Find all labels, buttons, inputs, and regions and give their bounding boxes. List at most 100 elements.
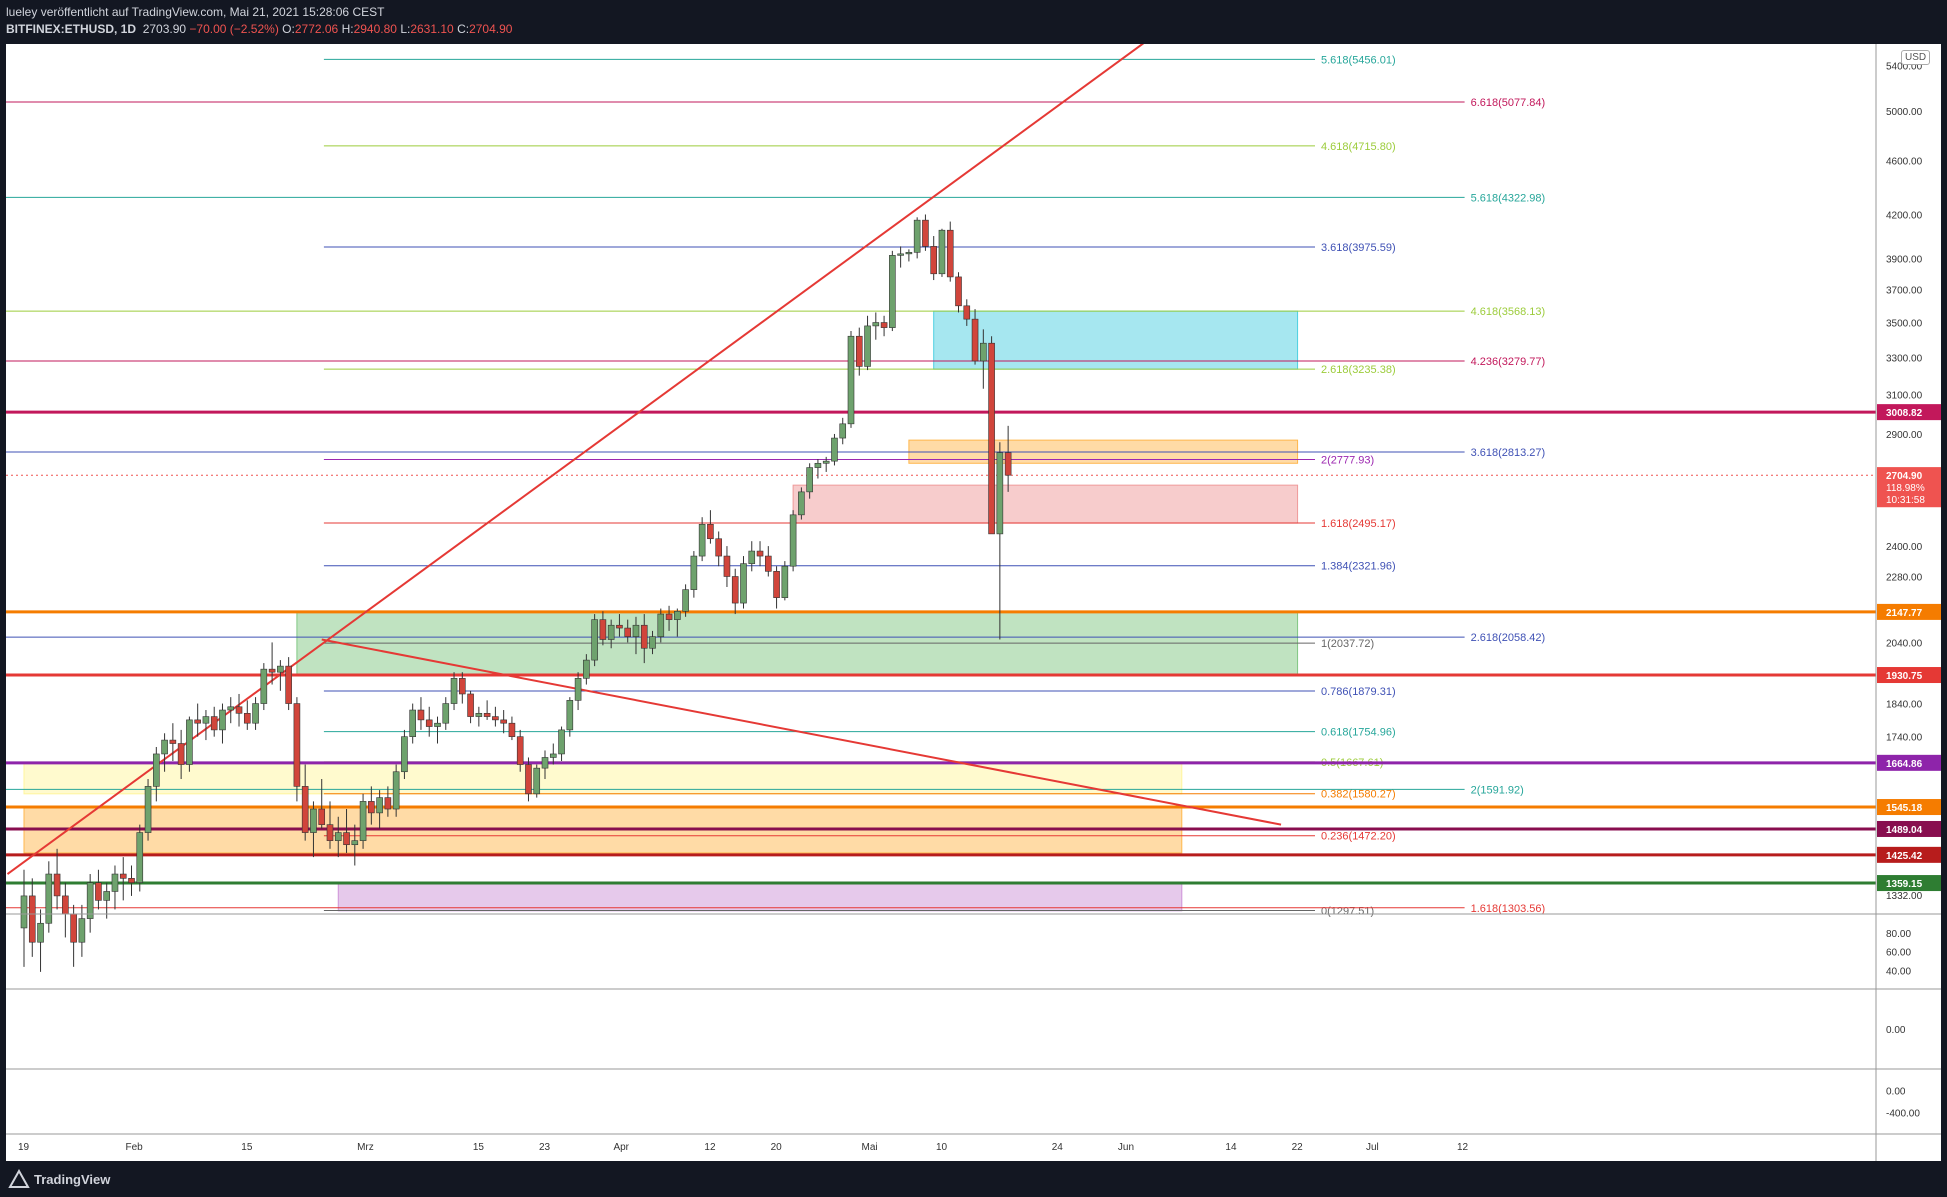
candle-body-12 [119,873,127,879]
candle-body-87 [740,563,747,604]
candle-body-49 [425,719,433,727]
candle-body-52 [450,678,458,704]
last-price: 2703.90 [142,22,187,36]
candle-body-109 [922,219,929,247]
candle-body-91 [773,571,780,598]
fib-label-18: 2(1591.92) [1471,784,1524,796]
fib-label-4: 3.618(3975.59) [1321,242,1396,254]
candle-body-101 [855,335,863,367]
price-tick-label: 2900.00 [1886,430,1923,441]
candle-body-110 [930,246,938,275]
candle-body-112 [946,229,954,278]
candle-body-73 [624,627,632,637]
candle-body-83 [707,523,714,540]
candle-body-50 [434,722,441,727]
candle-body-111 [938,229,946,275]
candle-body-106 [897,253,904,256]
price-badge-label-4: 1664.86 [1886,759,1923,770]
candle-body-53 [459,678,466,695]
zone-6 [337,882,1183,912]
candle-body-25 [227,706,235,711]
candle-body-37 [326,824,334,841]
rsi-tick-label: 80.00 [1886,929,1911,940]
candle-body-6 [70,913,77,943]
candle-body-23 [210,716,218,731]
candle-body-117 [988,342,995,535]
fib-label-8: 2(2777.93) [1321,454,1374,466]
time-tick-label: 20 [771,1142,783,1153]
candle-body-88 [748,550,756,564]
candle-body-17 [161,739,168,755]
fib-label-17: 0.382(1580.27) [1321,789,1396,801]
currency-badge[interactable]: USD [1901,50,1931,65]
candle-body-48 [417,709,425,721]
rsi-tick-label: 60.00 [1886,948,1911,959]
candle-body-81 [690,555,698,590]
price-badge-label-7: 1425.42 [1886,851,1923,862]
symbol-label[interactable]: BITFINEX:ETHUSD, 1D [6,22,136,36]
candle-body-58 [500,719,507,724]
time-tick-label: 19 [18,1142,30,1153]
candle-body-99 [839,423,847,439]
candle-body-97 [822,460,830,464]
candle-body-105 [889,255,896,328]
high-value: 2940.80 [353,22,397,36]
price-tick-label: 3100.00 [1886,390,1923,401]
price-badge-label-2: 2147.77 [1886,608,1923,619]
footer: TradingView [0,1161,1947,1197]
candle-body-67 [574,678,582,701]
price-tick-label: 2040.00 [1886,638,1923,649]
candle-body-59 [508,722,516,737]
fib-label-9: 3.618(2813.27) [1471,447,1546,459]
candle-body-31 [277,665,284,673]
candle-body-85 [723,555,731,577]
price-badge-label-5: 1545.18 [1886,803,1923,814]
candle-body-55 [475,712,483,717]
low-label: L: [400,22,411,36]
time-tick-label: Jul [1366,1142,1379,1153]
time-tick-label: 14 [1225,1142,1237,1153]
candle-body-45 [392,771,400,810]
candle-body-41 [359,801,367,841]
price-chart[interactable]: 5.618(5456.01) 6.618(5077.84) 4.618(4715.8… [6,44,1941,1161]
price-tick-label: 3700.00 [1886,286,1923,297]
candle-body-61 [525,764,532,795]
price-tick-label: 2280.00 [1886,572,1923,583]
zone-2 [792,484,1299,524]
close-label: C: [457,22,470,36]
candle-body-4 [53,873,61,897]
fib-label-21: 1.618(1303.56) [1471,903,1546,915]
fib-label-5: 4.618(3568.13) [1471,306,1546,318]
candle-body-33 [293,703,301,787]
fib-label-6: 4.236(3279.77) [1471,356,1546,368]
price-badge-label-3: 1930.75 [1886,671,1923,682]
candle-body-89 [756,550,764,557]
candle-body-9 [95,882,102,901]
price-change: −70.00 (−2.52%) [189,22,279,36]
ohlc-legend: BITFINEX:ETHUSD, 1D 2703.90 −70.00 (−2.5… [6,22,512,36]
candle-body-22 [202,716,210,724]
candle-body-114 [963,305,971,320]
price-badge-label-8: 1359.15 [1886,879,1923,890]
time-tick-label: 12 [1457,1142,1469,1153]
candle-body-24 [219,709,226,731]
fib-label-3: 5.618(4322.98) [1471,192,1546,204]
candle-body-74 [632,624,640,637]
time-tick-label: Apr [613,1142,629,1153]
candle-body-60 [516,736,524,765]
zone-0 [933,310,1299,370]
candle-body-76 [649,636,656,649]
candle-body-10 [103,891,110,901]
candle-body-64 [549,753,557,758]
high-label: H: [341,22,354,36]
candle-body-11 [111,873,119,892]
fib-label-14: 0.786(1879.31) [1321,686,1396,698]
candle-body-21 [194,719,201,724]
candle-body-43 [376,797,383,814]
fib-label-19: 0.236(1472.20) [1321,831,1396,843]
price-tick-label: 2400.00 [1886,542,1923,553]
candle-body-34 [301,786,309,833]
time-tick-label: Mrz [357,1142,374,1153]
chart-area[interactable]: 5.618(5456.01) 6.618(5077.84) 4.618(4715.8… [6,44,1941,1161]
candle-body-68 [583,659,590,679]
